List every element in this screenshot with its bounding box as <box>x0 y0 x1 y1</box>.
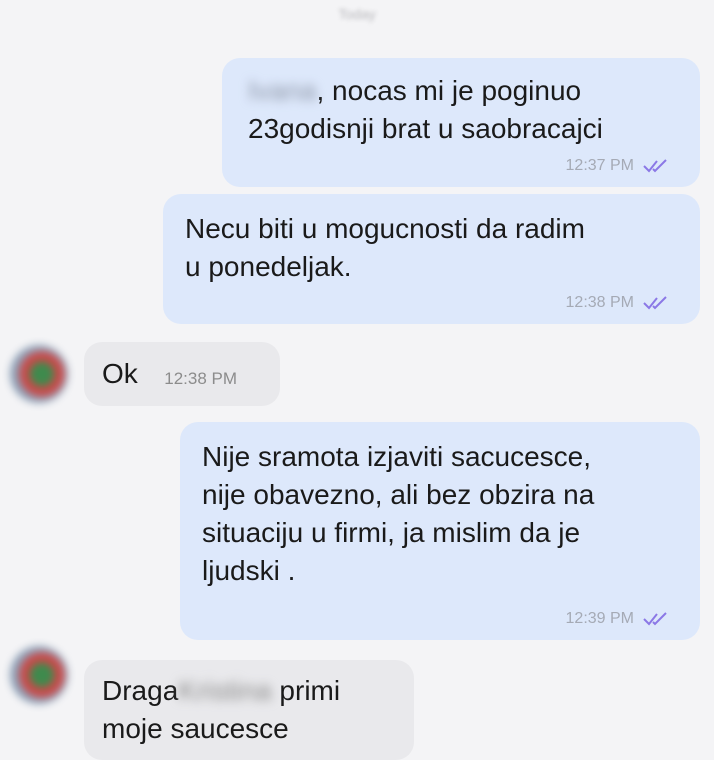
message-text: Ivana, nocas mi je poginuo 23godisnji br… <box>248 75 603 144</box>
message-meta: 12:39 PM <box>566 610 670 628</box>
double-check-icon <box>643 612 667 626</box>
message-text: DragaKristina primi moje saucesce <box>102 675 341 744</box>
double-check-icon <box>643 159 667 173</box>
date-header: Today <box>338 6 376 22</box>
double-check-icon <box>643 296 667 310</box>
message-time: 12:37 PM <box>565 157 634 174</box>
blurred-recipient-name: Kristina <box>178 675 272 706</box>
message-meta: 12:38 PM <box>566 294 670 312</box>
outgoing-message-1[interactable]: Ivana, nocas mi je poginuo 23godisnji br… <box>222 58 700 187</box>
blurred-sender-name: Ivana <box>248 75 317 106</box>
outgoing-message-2[interactable]: Necu biti u mogucnosti da radim u ponede… <box>163 194 700 324</box>
contact-avatar[interactable] <box>10 646 68 704</box>
incoming-message-2[interactable]: DragaKristina primi moje saucesce <box>84 660 414 760</box>
outgoing-message-3[interactable]: Nije sramota izjaviti sacucesce, nije ob… <box>180 422 700 640</box>
message-time: 12:38 PM <box>164 368 237 388</box>
contact-avatar[interactable] <box>10 345 68 403</box>
message-text: Ok <box>102 358 138 389</box>
message-text: Necu biti u mogucnosti da radim u ponede… <box>185 213 585 282</box>
incoming-message-1[interactable]: Ok 12:38 PM <box>84 342 280 406</box>
message-meta: 12:37 PM <box>566 157 670 175</box>
message-text: Nije sramota izjaviti sacucesce, nije ob… <box>202 441 595 586</box>
message-time: 12:38 PM <box>565 294 634 311</box>
message-time: 12:39 PM <box>565 610 634 627</box>
